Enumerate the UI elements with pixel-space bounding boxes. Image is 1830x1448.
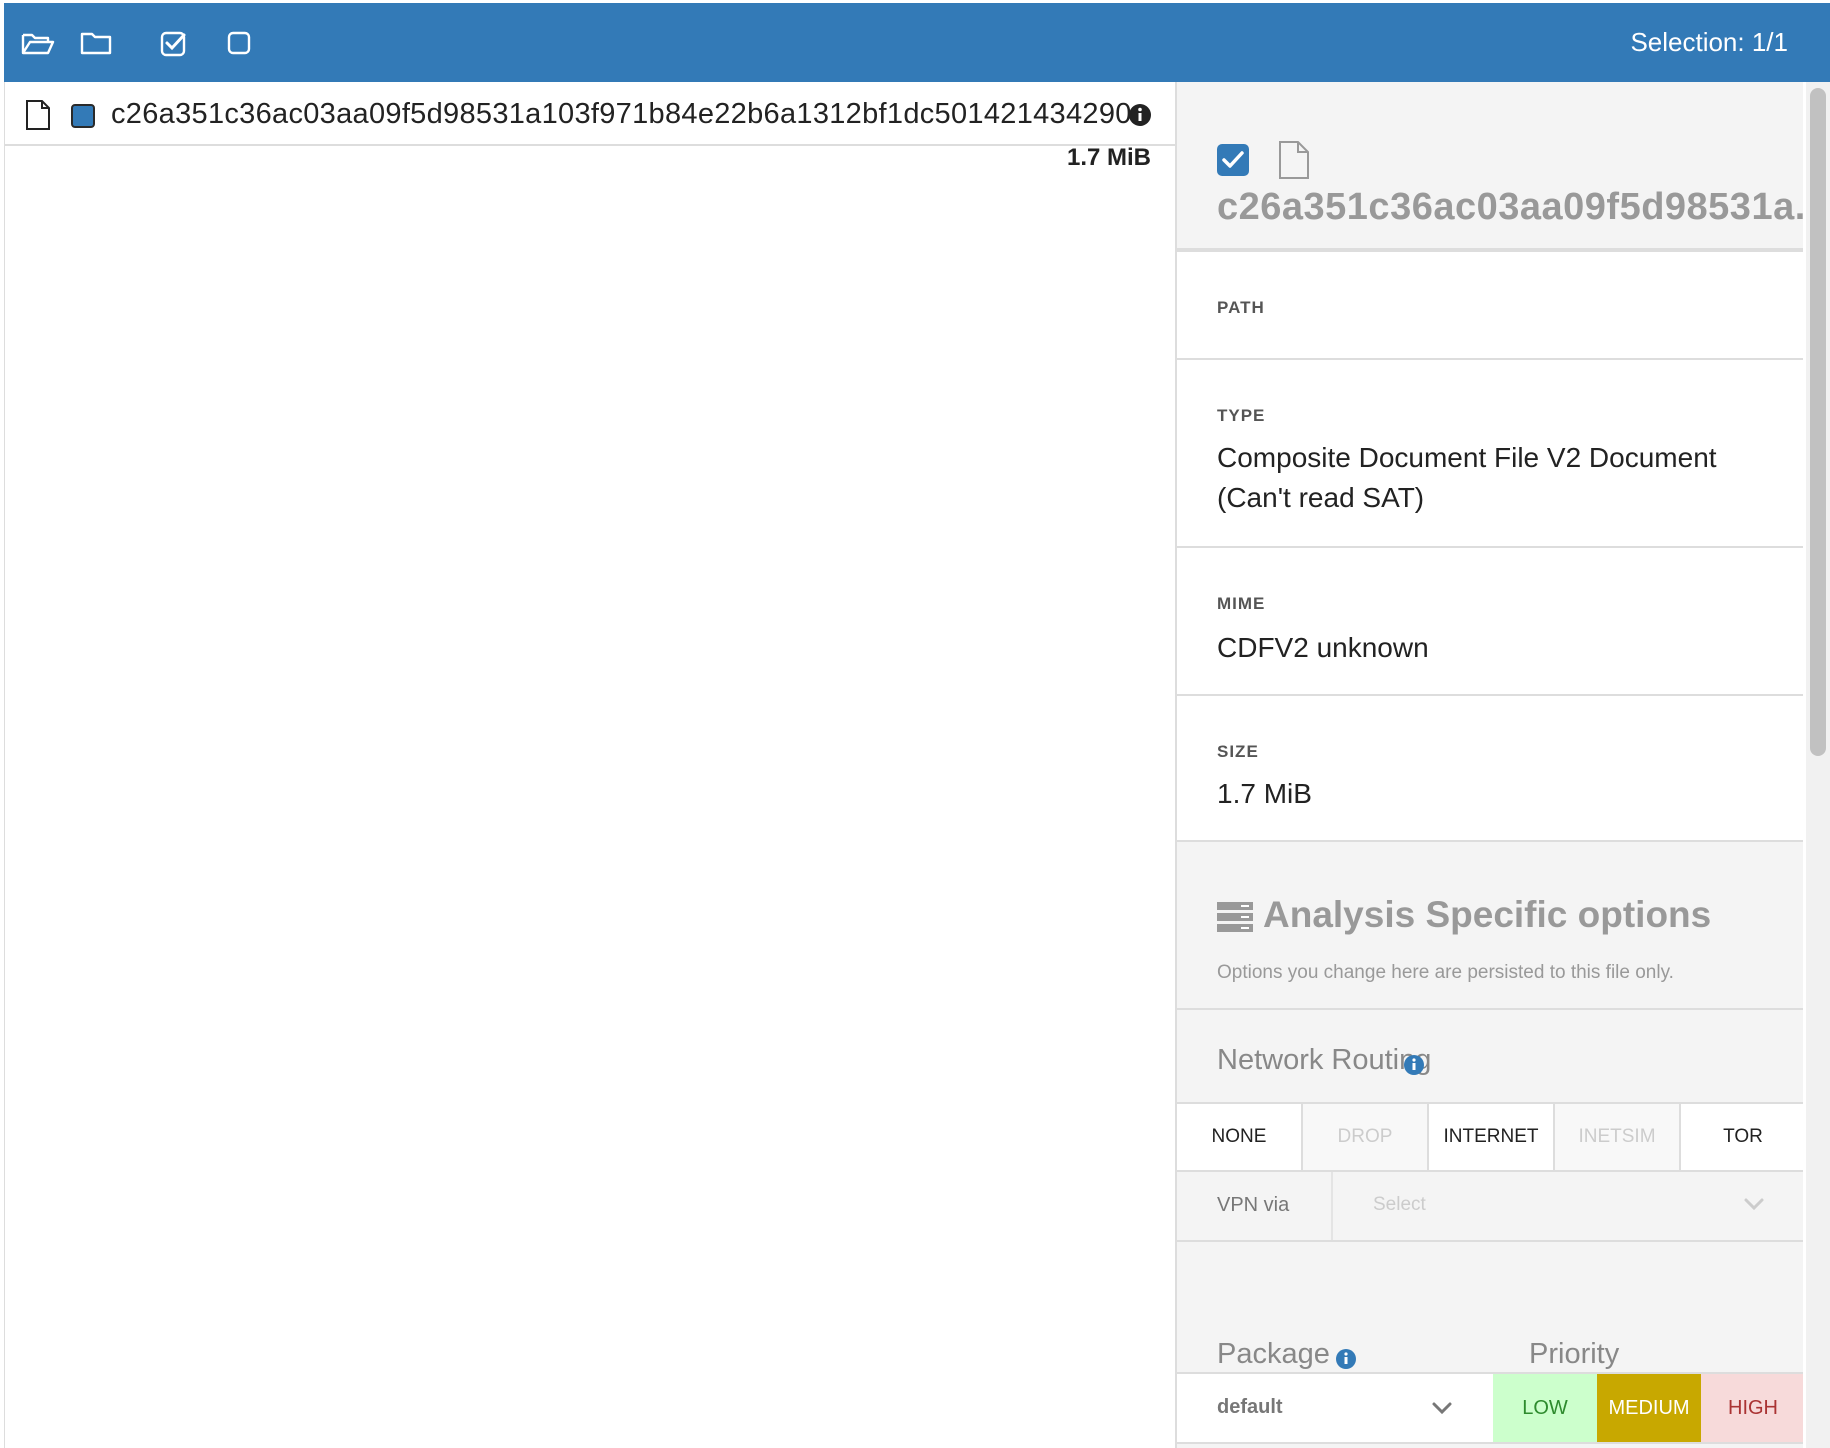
network-routing-section: Network Routing [1177, 1010, 1803, 1102]
top-toolbar: Selection: 1/1 [4, 3, 1830, 82]
folder-icon[interactable] [78, 25, 114, 61]
priority-title: Priority [1529, 1338, 1620, 1370]
vpn-select[interactable]: Select [1331, 1172, 1803, 1240]
details-title: c26a351c36ac03aa09f5d98531a... [1217, 186, 1803, 228]
type-label: TYPE [1217, 406, 1266, 425]
routing-options: NONE DROP INTERNET INETSIM TOR [1177, 1102, 1803, 1172]
path-label: PATH [1217, 298, 1265, 317]
folder-open-icon[interactable] [20, 25, 56, 61]
info-icon[interactable] [1127, 102, 1153, 128]
package-title: Package [1217, 1338, 1330, 1370]
mime-value: CDFV2 unknown [1217, 632, 1429, 663]
package-select[interactable]: default [1177, 1374, 1493, 1442]
vpn-row: VPN via Select [1177, 1172, 1803, 1242]
info-icon[interactable] [1403, 1054, 1425, 1076]
size-label: SIZE [1217, 742, 1259, 761]
size-section: SIZE 1.7 MiB [1177, 696, 1803, 842]
network-routing-title: Network Routing [1217, 1044, 1432, 1076]
square-icon[interactable] [222, 25, 258, 61]
package-value: default [1217, 1396, 1283, 1418]
route-none-button[interactable]: NONE [1177, 1104, 1303, 1170]
details-checkbox[interactable] [1217, 144, 1249, 176]
route-internet-button[interactable]: INTERNET [1429, 1104, 1555, 1170]
check-icon [1222, 151, 1244, 168]
priority-medium-button[interactable]: MEDIUM [1597, 1374, 1701, 1442]
priority-high-button[interactable]: HIGH [1701, 1374, 1803, 1442]
file-icon [1279, 141, 1309, 179]
vpn-label: VPN via [1217, 1194, 1290, 1216]
file-select-checkbox[interactable] [71, 104, 95, 128]
vpn-select-placeholder: Select [1373, 1194, 1426, 1215]
server-icon [1217, 902, 1253, 932]
selection-count: Selection: 1/1 [1630, 27, 1788, 57]
mime-section: MIME CDFV2 unknown [1177, 548, 1803, 696]
file-name: c26a351c36ac03aa09f5d98531a103f971b84e22… [111, 98, 1132, 130]
scrollbar[interactable] [1806, 82, 1830, 1448]
file-list: c26a351c36ac03aa09f5d98531a103f971b84e22… [4, 82, 1176, 1448]
analysis-options-header: Analysis Specific options Options you ch… [1177, 842, 1803, 1010]
path-section: PATH [1177, 252, 1803, 360]
check-square-icon[interactable] [156, 25, 192, 61]
scrollbar-thumb[interactable] [1810, 88, 1826, 756]
route-inetsim-button[interactable]: INETSIM [1555, 1104, 1681, 1170]
analysis-subtitle: Options you change here are persisted to… [1217, 962, 1674, 983]
analysis-title: Analysis Specific options [1263, 894, 1712, 935]
details-panel: c26a351c36ac03aa09f5d98531a... PATH TYPE… [1175, 82, 1803, 1448]
mime-label: MIME [1217, 594, 1266, 613]
route-tor-button[interactable]: TOR [1681, 1104, 1803, 1170]
file-row[interactable]: c26a351c36ac03aa09f5d98531a103f971b84e22… [5, 82, 1176, 146]
size-value: 1.7 MiB [1217, 778, 1312, 809]
chevron-down-icon [1432, 1402, 1452, 1415]
chevron-down-icon [1744, 1198, 1764, 1211]
info-icon[interactable] [1335, 1348, 1357, 1370]
type-section: TYPE Composite Document File V2 Document… [1177, 360, 1803, 548]
details-header: c26a351c36ac03aa09f5d98531a... [1177, 82, 1803, 252]
file-size: 1.7 MiB [1066, 144, 1151, 171]
priority-low-button[interactable]: LOW [1493, 1374, 1597, 1442]
package-priority-row: default LOW MEDIUM HIGH [1177, 1372, 1803, 1444]
route-drop-button[interactable]: DROP [1303, 1104, 1429, 1170]
type-value: Composite Document File V2 Document (Can… [1217, 442, 1717, 513]
file-icon [26, 100, 50, 130]
